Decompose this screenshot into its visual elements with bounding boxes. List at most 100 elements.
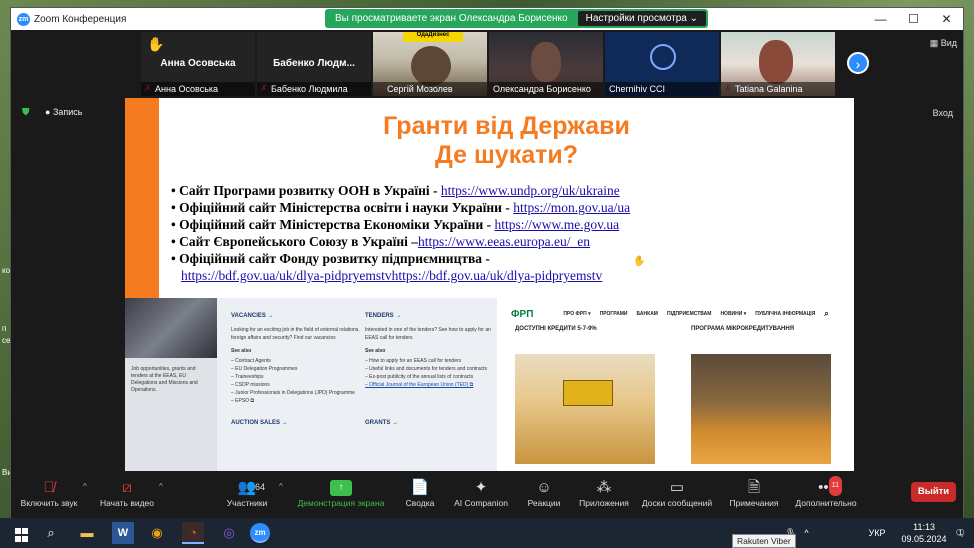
eeas-vacancies-column: VACANCIES → Looking for an exciting job … xyxy=(231,312,361,427)
zoom-taskbar-icon[interactable]: zm xyxy=(250,523,270,543)
participant-tile[interactable]: ОдаДизнес ✗ Сергій Мозолев xyxy=(373,32,487,96)
participant-name: Анна Осовська xyxy=(141,82,255,96)
shield-icon: ⛊ xyxy=(22,107,30,118)
more-icon: ••• 11 xyxy=(816,476,842,498)
summary-button[interactable]: 📄 Сводка xyxy=(395,478,445,508)
next-page-button[interactable]: › xyxy=(847,52,869,74)
more-button[interactable]: ••• 11 Дополнительно xyxy=(789,476,863,508)
slide-title-line2: Де шукати? xyxy=(434,141,578,169)
participant-big-name: Бабенко Людм... xyxy=(273,58,355,69)
leave-button[interactable]: Выйти xyxy=(911,482,956,502)
eeas-photo xyxy=(125,298,217,358)
ai-companion-button[interactable]: ✦ AI Companion xyxy=(451,478,511,508)
auction-sales-heading: AUCTION SALES → xyxy=(231,420,288,426)
whiteboards-button[interactable]: ▭ Доски сообщений xyxy=(637,478,717,508)
eeas-sidebar: Job opportunities, grants and tenders at… xyxy=(125,298,217,471)
viber-icon[interactable]: ◎ xyxy=(218,522,240,544)
bullet-link[interactable]: https://www.me.gov.ua xyxy=(494,217,619,232)
share-screen-label: Демонстрация экрана xyxy=(297,498,385,508)
search-icon[interactable]: ⌕ xyxy=(40,522,62,544)
participant-tile[interactable]: Олександра Борисенко xyxy=(489,32,603,96)
bullet-link[interactable]: https://bdf.gov.ua/uk/dlya-pidpryemstvht… xyxy=(181,268,602,283)
taskbar-tooltip: Rakuten Viber xyxy=(732,534,796,548)
participants-icon: 👥 xyxy=(237,479,257,496)
slide-bullet-list: • Сайт Програми розвитку ООН в Україні -… xyxy=(171,182,841,284)
bullet-link[interactable]: https://www.undp.org/uk/ukraine xyxy=(441,183,620,198)
participant-tile[interactable]: Бабенко Людм... ✗ Бабенко Людмила xyxy=(257,32,371,96)
bread-image xyxy=(691,354,831,464)
participant-tile[interactable]: ✋ Анна Осовська ✗ Анна Осовська xyxy=(141,32,255,96)
desktop-edge-text: ко xyxy=(2,266,11,275)
video-off-icon: ⧄ xyxy=(122,479,132,496)
participants-button[interactable]: 👥 64 Участники xyxy=(217,478,277,508)
bullet-item: • Офіційний сайт Міністерства освіти і н… xyxy=(171,199,841,216)
zoom-logo-icon: zm xyxy=(17,12,30,26)
tenders-item: – Useful links and documents for tenders… xyxy=(365,366,488,372)
bdf-nav-item: БАНКАМ xyxy=(636,311,658,317)
grants-heading: GRANTS → xyxy=(365,420,398,426)
audio-options-caret[interactable]: ^ xyxy=(83,482,87,491)
tenders-item: – Ex-post publicity of the annual lists … xyxy=(365,374,474,380)
view-settings-button[interactable]: Настройки просмотра ⌄ xyxy=(577,11,707,26)
participants-options-caret[interactable]: ^ xyxy=(279,482,283,491)
apps-button[interactable]: ⁂ Приложения xyxy=(573,478,635,508)
language-indicator[interactable]: УКР xyxy=(869,528,886,538)
notes-button[interactable]: 🗎 Примечания xyxy=(725,478,783,508)
participant-tile[interactable]: ✗ Tatiana Galanina xyxy=(721,32,835,96)
video-options-caret[interactable]: ^ xyxy=(159,482,163,491)
bullet-text: • Сайт Програми розвитку ООН в Україні - xyxy=(171,183,441,198)
slide-title-line1: Гранти від Держави xyxy=(383,112,630,140)
bullet-item: • Сайт Програми розвитку ООН в Україні -… xyxy=(171,182,841,199)
eeas-tenders-column: TENDERS → Interested in one of the tende… xyxy=(365,312,495,427)
start-button[interactable] xyxy=(10,522,32,544)
file-explorer-icon[interactable]: ▬ xyxy=(76,522,98,544)
notes-label: Примечания xyxy=(729,498,779,508)
muted-mic-icon: 🎙̸ xyxy=(43,479,55,496)
minimize-button[interactable]: — xyxy=(864,8,897,30)
view-button[interactable]: ▦ Вид xyxy=(930,38,957,49)
ai-companion-label: AI Companion xyxy=(454,498,508,508)
eeas-screenshot: Job opportunities, grants and tenders at… xyxy=(125,298,497,471)
app-icon[interactable]: ◔ xyxy=(182,522,204,544)
meeting-toolbar: 🎙̸ Включить звук ^ ⧄ Начать видео ^ 👥 64… xyxy=(11,474,963,518)
recording-indicator[interactable]: ● Запись xyxy=(45,107,82,117)
share-screen-button[interactable]: ↑ Демонстрация экрана xyxy=(295,478,387,508)
chrome-icon[interactable]: ◉ xyxy=(146,522,168,544)
tray-icons[interactable]: ^ xyxy=(804,528,808,538)
video-sign: ОдаДизнес xyxy=(403,32,463,42)
video-person xyxy=(531,42,561,82)
participant-strip: ✋ Анна Осовська ✗ Анна Осовська Бабенко … xyxy=(11,30,963,98)
participant-big-name: Анна Осовська xyxy=(160,58,236,69)
bdf-nav-item: ПРО ФРП ▾ xyxy=(563,311,591,317)
bullet-link[interactable]: https://mon.gov.ua/ua xyxy=(513,200,630,215)
bdf-nav-item: ПРОГРАМИ xyxy=(599,311,628,317)
vacancies-item: – Junior Professionals in Delegations (J… xyxy=(231,390,355,396)
close-button[interactable]: ✕ xyxy=(930,8,963,30)
notification-count: 1 xyxy=(958,529,963,537)
summary-label: Сводка xyxy=(405,498,435,508)
bullet-link[interactable]: https://www.eeas.europa.eu/_en xyxy=(418,234,590,249)
bdf-nav-item: НОВИНИ ▾ xyxy=(720,311,747,317)
bdf-screenshot: ФРП ПРО ФРП ▾ ПРОГРАМИ БАНКАМ ПІДПРИЄМСТ… xyxy=(501,298,854,471)
unmute-button[interactable]: 🎙̸ Включить звук xyxy=(19,478,79,508)
bdf-nav-item: ПУБЛІЧНА ІНФОРМАЦІЯ xyxy=(755,311,816,317)
notification-icon[interactable]: 🗨 1 xyxy=(955,528,966,539)
apps-label: Приложения xyxy=(579,498,629,508)
apps-icon: ⁂ xyxy=(596,479,612,496)
clock[interactable]: 11:13 09.05.2024 xyxy=(902,521,947,545)
word-icon[interactable]: W xyxy=(112,522,134,544)
start-video-button[interactable]: ⧄ Начать видео xyxy=(97,478,157,508)
shared-screen: Гранти від Держави Де шукати? • Сайт Про… xyxy=(125,98,854,471)
exit-fullscreen-label[interactable]: Вход xyxy=(933,108,953,118)
bullet-text: • Сайт Європейського Союзу в Україні – xyxy=(171,234,419,249)
vacancies-item: – EPSO ⧉ xyxy=(231,398,255,404)
bdf-logo: ФРП xyxy=(511,308,534,320)
participant-name: Бабенко Людмила xyxy=(257,82,371,96)
slide-title: Гранти від Держави Де шукати? xyxy=(159,112,854,170)
unmute-label: Включить звук xyxy=(20,498,78,508)
notes-icon: 🗎 xyxy=(747,479,761,496)
reactions-button[interactable]: ☺ Реакции xyxy=(519,478,569,508)
participant-tile[interactable]: Chernihiv CCI xyxy=(605,32,719,96)
orange-accent-bar xyxy=(125,98,159,298)
maximize-button[interactable]: ☐ xyxy=(897,8,930,30)
